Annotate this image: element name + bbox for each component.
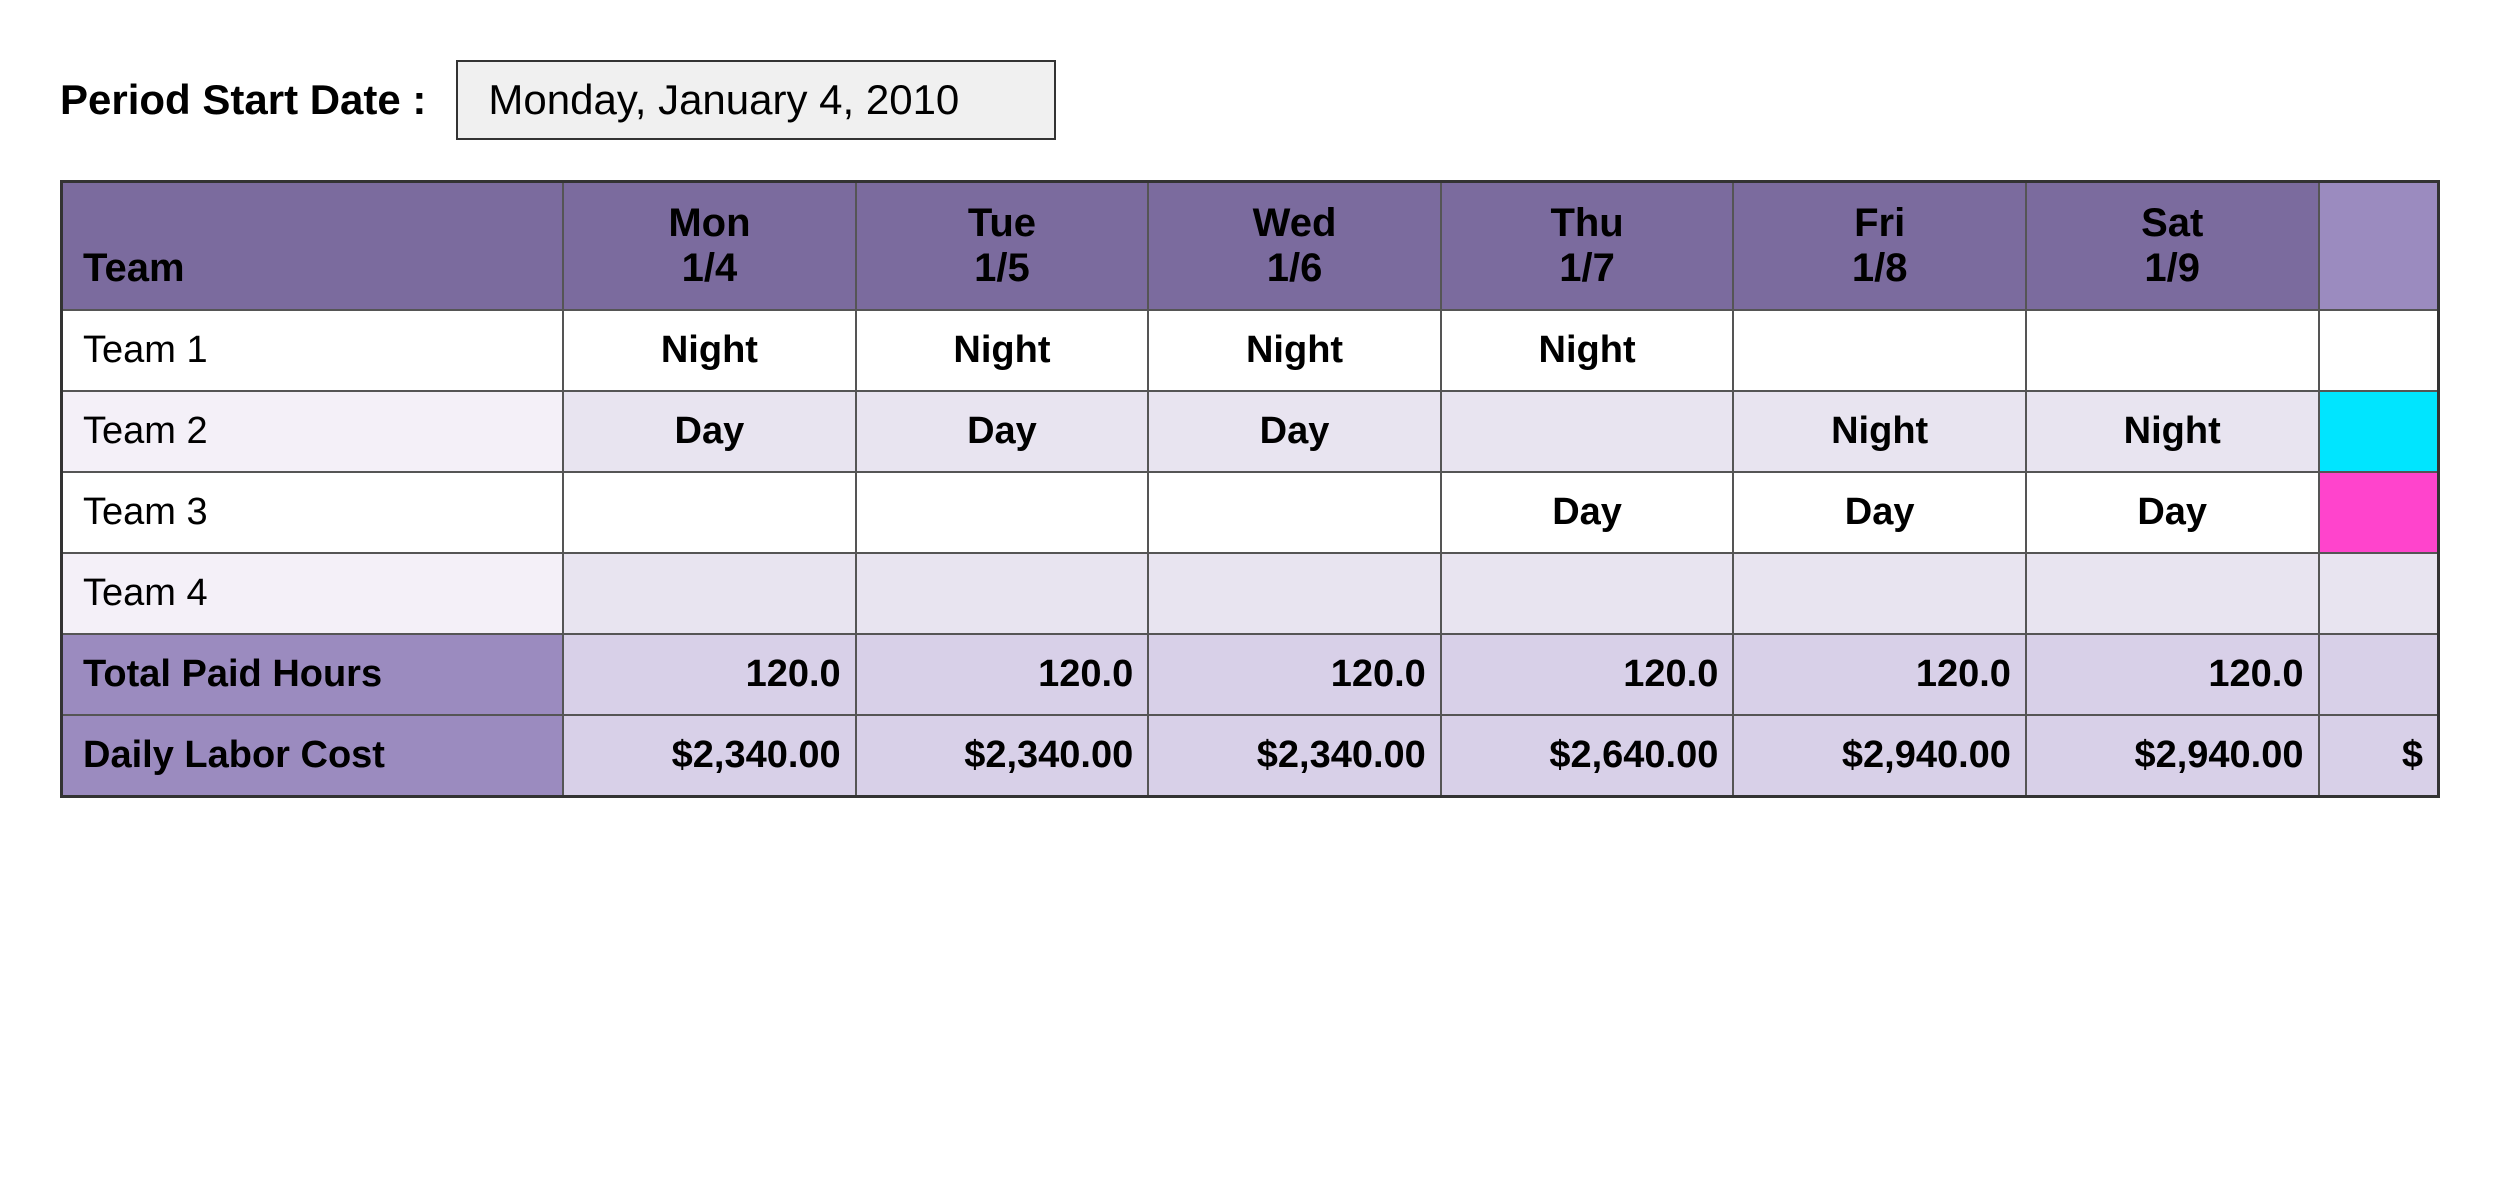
- table-row: Team 4: [62, 553, 2439, 634]
- schedule-cell: [2026, 553, 2319, 634]
- daily-cost-row: Daily Labor Cost $2,340.00 $2,340.00 $2,…: [62, 715, 2439, 797]
- table-row: Team 1 Night Night Night Night: [62, 310, 2439, 391]
- period-value[interactable]: Monday, January 4, 2010: [456, 60, 1056, 140]
- total-hours-wed: 120.0: [1148, 634, 1441, 715]
- daily-cost-wed: $2,340.00: [1148, 715, 1441, 797]
- schedule-cell: [856, 472, 1149, 553]
- schedule-cell: Night: [1148, 310, 1441, 391]
- total-hours-fri: 120.0: [1733, 634, 2026, 715]
- period-label: Period Start Date :: [60, 76, 426, 124]
- tue-header: Tue 1/5: [856, 182, 1149, 311]
- total-hours-sat: 120.0: [2026, 634, 2319, 715]
- schedule-cell: Night: [563, 310, 856, 391]
- total-hours-thu: 120.0: [1441, 634, 1734, 715]
- schedule-cell: [2319, 391, 2439, 472]
- team-name: Team 4: [62, 553, 564, 634]
- table-header-row: Team Mon 1/4 Tue 1/5 Wed 1/6 Thu 1/7 Fri…: [62, 182, 2439, 311]
- wed-header: Wed 1/6: [1148, 182, 1441, 311]
- mon-header: Mon 1/4: [563, 182, 856, 311]
- schedule-cell: [563, 553, 856, 634]
- schedule-cell: Day: [1733, 472, 2026, 553]
- team-name: Team 2: [62, 391, 564, 472]
- total-hours-overflow: [2319, 634, 2439, 715]
- schedule-cell: Day: [1148, 391, 1441, 472]
- schedule-cell: [1148, 472, 1441, 553]
- fri-header: Fri 1/8: [1733, 182, 2026, 311]
- thu-header: Thu 1/7: [1441, 182, 1734, 311]
- schedule-cell: Day: [1441, 472, 1734, 553]
- total-hours-mon: 120.0: [563, 634, 856, 715]
- daily-cost-sat: $2,940.00: [2026, 715, 2319, 797]
- daily-cost-fri: $2,940.00: [1733, 715, 2026, 797]
- schedule-cell: Night: [856, 310, 1149, 391]
- daily-cost-label: Daily Labor Cost: [62, 715, 564, 797]
- total-hours-row: Total Paid Hours 120.0 120.0 120.0 120.0…: [62, 634, 2439, 715]
- schedule-table: Team Mon 1/4 Tue 1/5 Wed 1/6 Thu 1/7 Fri…: [60, 180, 2440, 798]
- team-name: Team 1: [62, 310, 564, 391]
- daily-cost-tue: $2,340.00: [856, 715, 1149, 797]
- sat-header: Sat 1/9: [2026, 182, 2319, 311]
- schedule-cell: Night: [1441, 310, 1734, 391]
- total-hours-label: Total Paid Hours: [62, 634, 564, 715]
- schedule-cell: Night: [1733, 391, 2026, 472]
- schedule-cell: [2319, 310, 2439, 391]
- schedule-cell: [1441, 553, 1734, 634]
- total-hours-tue: 120.0: [856, 634, 1149, 715]
- table-row: Team 3 Day Day Day: [62, 472, 2439, 553]
- schedule-cell: [2319, 472, 2439, 553]
- schedule-cell: [2026, 310, 2319, 391]
- schedule-cell: [563, 472, 856, 553]
- overflow-header: [2319, 182, 2439, 311]
- team-name: Team 3: [62, 472, 564, 553]
- schedule-cell: Day: [563, 391, 856, 472]
- schedule-cell: Day: [856, 391, 1149, 472]
- period-start-row: Period Start Date : Monday, January 4, 2…: [60, 60, 2440, 140]
- schedule-cell: [856, 553, 1149, 634]
- daily-cost-overflow: $: [2319, 715, 2439, 797]
- team-column-header: Team: [62, 182, 564, 311]
- schedule-cell: Day: [2026, 472, 2319, 553]
- schedule-cell: [1733, 553, 2026, 634]
- schedule-cell: [1148, 553, 1441, 634]
- daily-cost-thu: $2,640.00: [1441, 715, 1734, 797]
- schedule-cell: [1441, 391, 1734, 472]
- schedule-cell: [2319, 553, 2439, 634]
- table-row: Team 2 Day Day Day Night Night: [62, 391, 2439, 472]
- schedule-cell: [1733, 310, 2026, 391]
- daily-cost-mon: $2,340.00: [563, 715, 856, 797]
- schedule-cell: Night: [2026, 391, 2319, 472]
